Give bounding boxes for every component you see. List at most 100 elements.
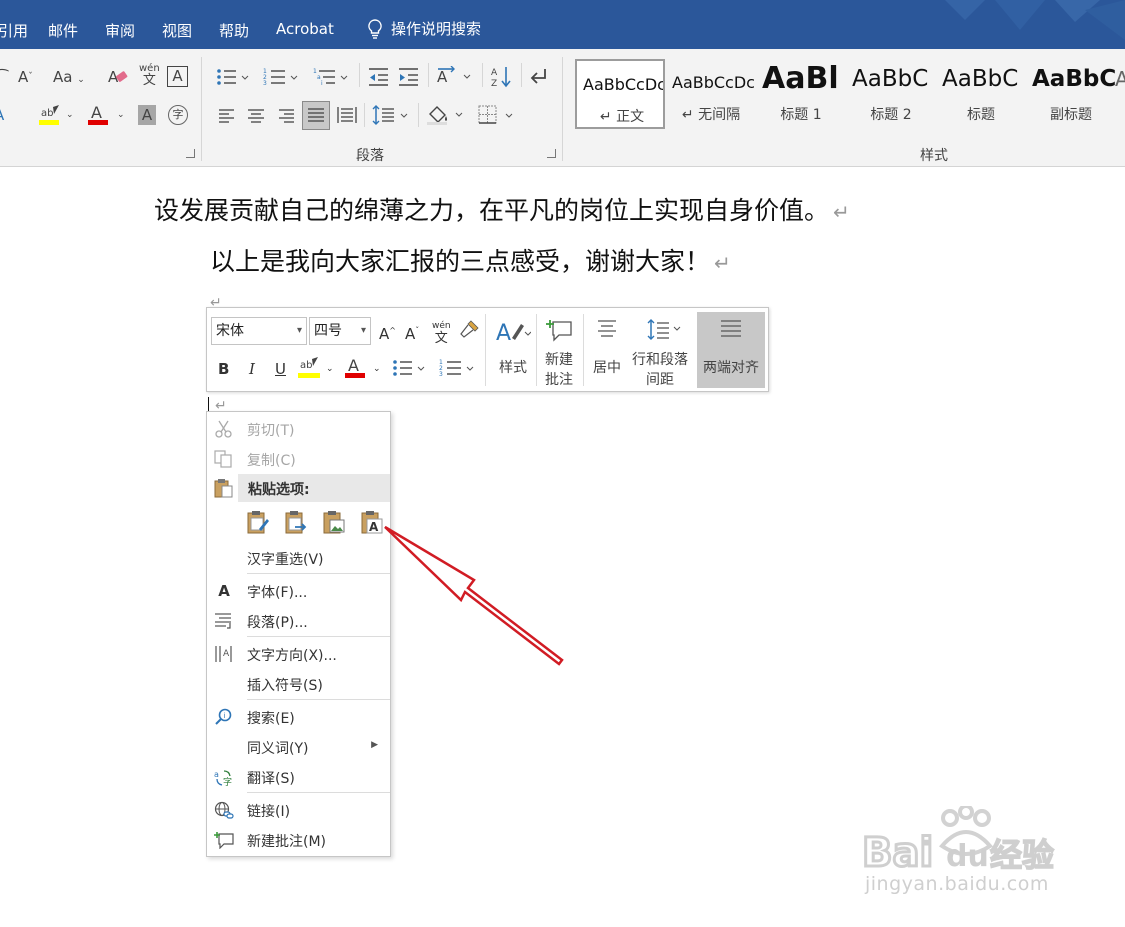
paste-keep-source-icon[interactable] xyxy=(245,509,271,535)
text-direction-icon: A xyxy=(215,646,232,662)
menu-item-link[interactable]: 链接(I) xyxy=(207,796,390,824)
mini-separator xyxy=(364,103,365,127)
mini-styles-button[interactable]: A 样式 xyxy=(491,312,535,388)
mini-grow-font-button[interactable]: A^ xyxy=(379,321,396,344)
mini-separator xyxy=(485,314,486,386)
highlight-dropdown-icon[interactable]: ⌄ xyxy=(66,105,74,125)
paste-text-only-icon[interactable]: A xyxy=(359,509,385,535)
chevron-down-icon: ▾ xyxy=(296,325,302,336)
clear-formatting-icon[interactable]: A xyxy=(108,67,130,87)
menu-item-text-direction[interactable]: A 文字方向(X)... xyxy=(207,640,390,668)
tab-view[interactable]: 视图 xyxy=(162,20,192,41)
character-border-button[interactable]: A xyxy=(167,66,188,87)
svg-text:a: a xyxy=(214,770,219,779)
paragraph-dialog-launcher[interactable] xyxy=(547,149,556,158)
line-spacing-icon[interactable] xyxy=(372,105,410,125)
text-effects-icon[interactable]: A xyxy=(0,105,4,125)
mini-justify-button[interactable]: 两端对齐 xyxy=(697,312,765,388)
menu-item-reconvert[interactable]: 汉字重选(V) xyxy=(207,544,390,572)
svg-text:ab: ab xyxy=(300,360,312,371)
menu-separator xyxy=(247,699,390,700)
mini-separator xyxy=(428,63,429,87)
mini-font-color-icon[interactable]: A xyxy=(345,356,367,380)
character-shading-button[interactable]: A xyxy=(138,105,156,125)
menu-item-cut[interactable]: 剪切(T) xyxy=(207,415,390,443)
bullets-icon[interactable] xyxy=(216,67,250,87)
multilevel-list-icon[interactable]: 1 a i xyxy=(313,67,349,87)
mini-phonetic-guide-button[interactable]: wén 文 xyxy=(432,318,451,345)
menu-item-font[interactable]: A 字体(F)... xyxy=(207,577,390,605)
mini-center-button[interactable]: 居中 xyxy=(585,312,629,388)
style-title[interactable]: AaBbC 标题 xyxy=(936,59,1026,129)
decrease-indent-icon[interactable] xyxy=(368,67,390,87)
borders-icon[interactable] xyxy=(478,105,518,125)
gallery-more-icon[interactable]: A xyxy=(1115,69,1125,89)
tell-me-search[interactable]: 操作说明搜索 xyxy=(367,18,481,39)
distributed-icon[interactable] xyxy=(337,105,357,125)
mini-separator xyxy=(583,314,584,386)
style-heading-2[interactable]: AaBbC 标题 2 xyxy=(846,59,936,129)
mini-italic-button[interactable]: I xyxy=(249,359,255,379)
mini-new-comment-button[interactable]: 新建 批注 xyxy=(537,312,581,388)
show-hide-marks-icon[interactable] xyxy=(528,67,548,87)
sort-icon[interactable]: A Z xyxy=(491,65,513,89)
svg-text:i: i xyxy=(224,712,226,720)
svg-text:A: A xyxy=(437,68,448,86)
tab-mailings[interactable]: 邮件 xyxy=(48,20,78,41)
format-painter-icon[interactable] xyxy=(459,319,481,339)
mini-underline-button[interactable]: U xyxy=(275,359,286,379)
chevron-down-icon: ▾ xyxy=(360,325,366,336)
chevron-down-icon[interactable]: ⌄ xyxy=(373,359,381,379)
menu-separator xyxy=(247,573,390,574)
style-subtitle[interactable]: AaBbC 副标题 xyxy=(1026,59,1116,129)
grow-font-icon[interactable]: ⁀ xyxy=(0,68,8,88)
justify-icon[interactable] xyxy=(302,101,330,130)
mini-shrink-font-button[interactable]: Aˇ xyxy=(405,321,419,344)
align-left-icon[interactable] xyxy=(218,106,236,126)
menu-item-synonyms[interactable]: 同义词(Y) ▶ xyxy=(207,733,390,761)
font-color-icon[interactable]: A xyxy=(88,104,110,126)
paste-merge-format-icon[interactable] xyxy=(283,509,309,535)
tab-references[interactable]: 引用 xyxy=(0,20,28,41)
chinese-layout-icon[interactable]: A xyxy=(436,66,472,86)
mini-font-size-combo[interactable]: 四号 ▾ xyxy=(309,317,371,345)
increase-indent-icon[interactable] xyxy=(398,67,420,87)
mini-font-name-combo[interactable]: 宋体 ▾ xyxy=(211,317,307,345)
font-color-dropdown-icon[interactable]: ⌄ xyxy=(117,105,125,125)
menu-item-search[interactable]: i 搜索(E) xyxy=(207,703,390,731)
style-heading-1[interactable]: AaBl 标题 1 xyxy=(756,59,846,129)
style-no-spacing[interactable]: AaBbCcDc ↵ 无间隔 xyxy=(666,59,756,129)
shading-icon[interactable] xyxy=(426,104,466,126)
svg-text:字: 字 xyxy=(223,776,232,786)
phonetic-guide-button[interactable]: wén 文 xyxy=(139,62,160,87)
mini-bold-button[interactable]: B xyxy=(218,359,229,379)
menu-item-new-comment[interactable]: 新建批注(M) xyxy=(207,826,390,854)
mini-line-spacing-button[interactable]: 行和段落 间距 xyxy=(627,312,693,388)
menu-item-insert-symbol[interactable]: 插入符号(S) xyxy=(207,670,390,698)
mini-bullets-icon[interactable] xyxy=(392,358,426,378)
paste-picture-icon[interactable] xyxy=(321,509,347,535)
watermark-logo-mid: du xyxy=(946,839,989,874)
menu-item-paragraph[interactable]: 段落(P)... xyxy=(207,607,390,635)
menu-separator xyxy=(247,792,390,793)
tab-review[interactable]: 审阅 xyxy=(105,20,135,41)
menu-item-translate[interactable]: a 字 翻译(S) xyxy=(207,763,390,791)
align-center-icon[interactable] xyxy=(247,106,265,126)
highlight-color-icon[interactable]: ab xyxy=(39,104,63,126)
change-case-button[interactable]: Aa ⌄ xyxy=(53,67,85,90)
numbering-icon[interactable]: 1 2 3 xyxy=(263,67,299,87)
menu-item-copy[interactable]: 复制(C) xyxy=(207,445,390,473)
mini-numbering-icon[interactable]: 1 2 3 xyxy=(439,358,475,378)
enclose-characters-button[interactable]: 字 xyxy=(168,105,188,125)
chevron-down-icon[interactable]: ⌄ xyxy=(326,359,334,379)
style-normal[interactable]: AaBbCcDc ↵ 正文 xyxy=(575,59,665,129)
align-right-icon[interactable] xyxy=(277,106,295,126)
svg-text:A: A xyxy=(369,520,379,534)
tab-help[interactable]: 帮助 xyxy=(219,20,249,41)
svg-text:A: A xyxy=(348,356,359,375)
font-dialog-launcher[interactable] xyxy=(186,149,195,158)
mini-highlight-icon[interactable]: ab xyxy=(298,356,322,380)
shrink-font-button[interactable]: Aˇ xyxy=(18,67,33,87)
tab-acrobat[interactable]: Acrobat xyxy=(276,20,334,38)
mini-separator xyxy=(521,63,522,87)
